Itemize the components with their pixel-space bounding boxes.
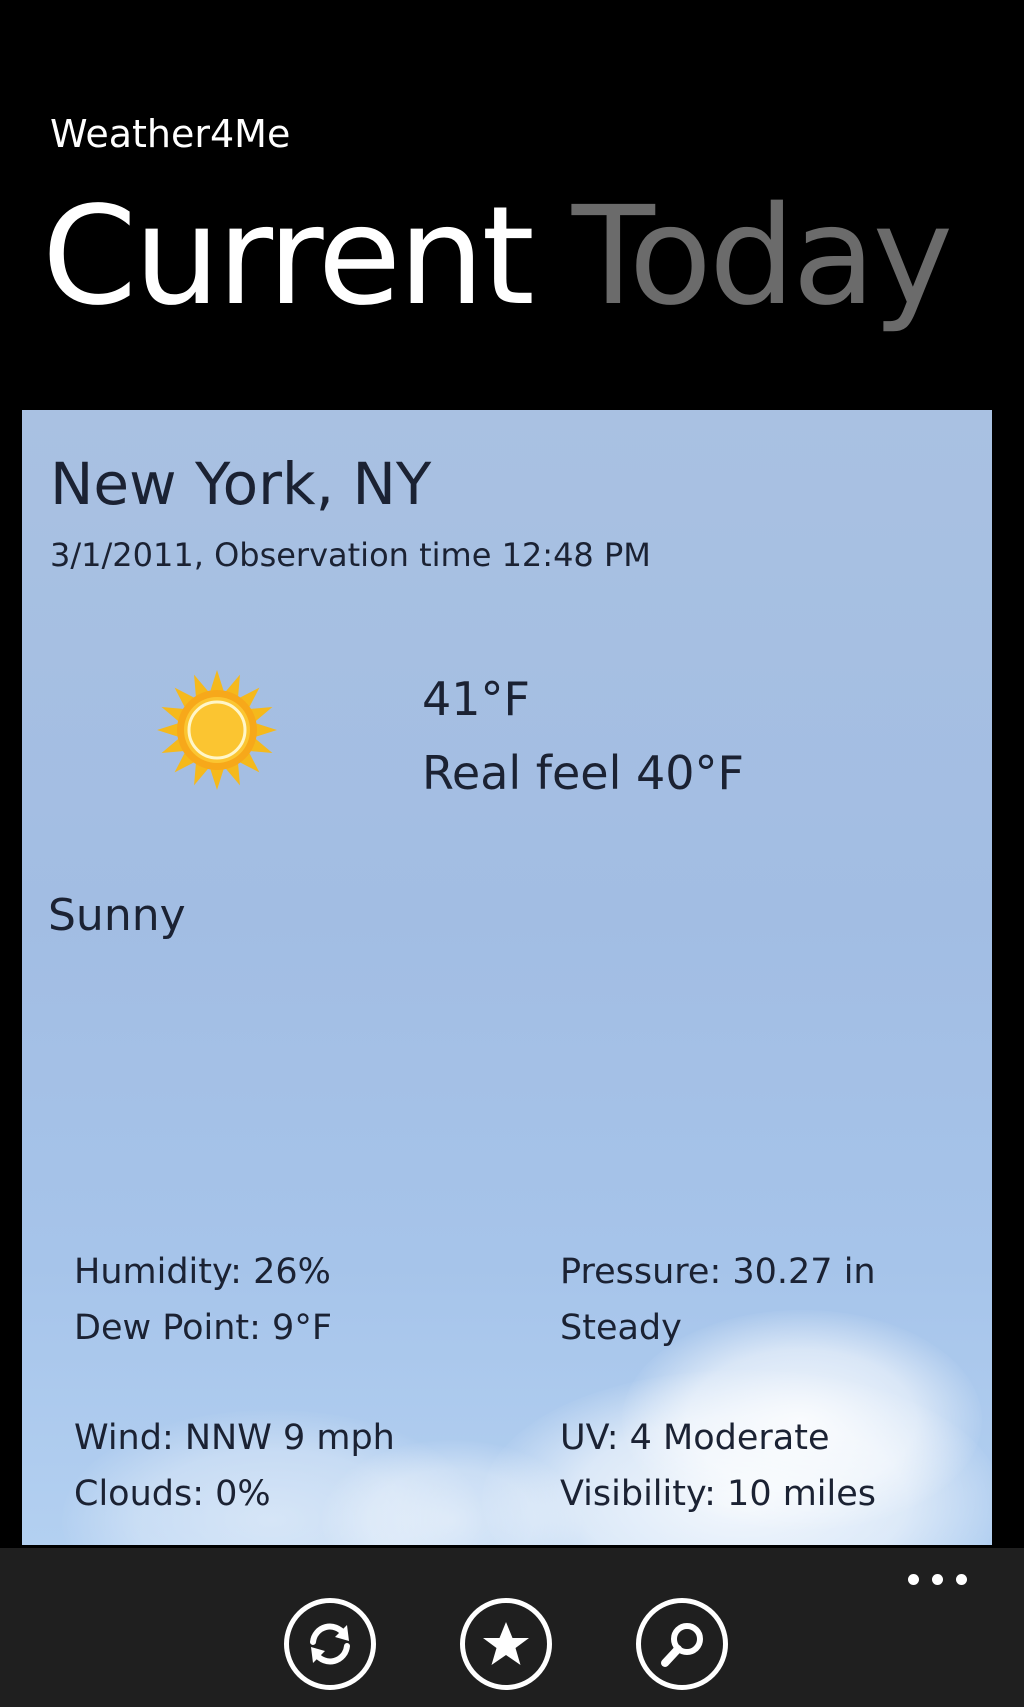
wind: Wind: NNW 9 mph [74, 1418, 395, 1458]
search-icon [661, 1623, 703, 1667]
sun-icon [152, 665, 282, 795]
search-button[interactable] [636, 1598, 728, 1690]
observation-time: 3/1/2011, Observation time 12:48 PM [50, 536, 651, 574]
visibility: Visibility: 10 miles [560, 1474, 877, 1514]
pivot-item-current[interactable]: Current [42, 182, 535, 332]
pivot-header: Current Today [42, 182, 953, 332]
temperature: 41°F [422, 672, 530, 726]
dew-point: Dew Point: 9°F [74, 1308, 332, 1348]
location-name: New York, NY [50, 450, 432, 518]
humidity: Humidity: 26% [74, 1252, 331, 1292]
star-icon [483, 1622, 529, 1665]
more-icon[interactable] [908, 1574, 968, 1588]
app-bar [0, 1548, 1024, 1707]
weather-screen: Weather4Me Current Today New York, NY 3/1… [0, 0, 1024, 1707]
pressure-trend: Steady [560, 1308, 682, 1348]
uv-index: UV: 4 Moderate [560, 1418, 830, 1458]
weather-condition: Sunny [48, 890, 186, 941]
pressure: Pressure: 30.27 in [560, 1252, 876, 1292]
app-title: Weather4Me [50, 112, 291, 156]
clouds: Clouds: 0% [74, 1474, 271, 1514]
refresh-icon [310, 1623, 350, 1665]
pivot-item-today[interactable]: Today [572, 182, 953, 332]
real-feel: Real feel 40°F [422, 746, 744, 800]
favorite-button[interactable] [460, 1598, 552, 1690]
current-weather-panel: New York, NY 3/1/2011, Observation time … [22, 410, 992, 1545]
refresh-button[interactable] [284, 1598, 376, 1690]
